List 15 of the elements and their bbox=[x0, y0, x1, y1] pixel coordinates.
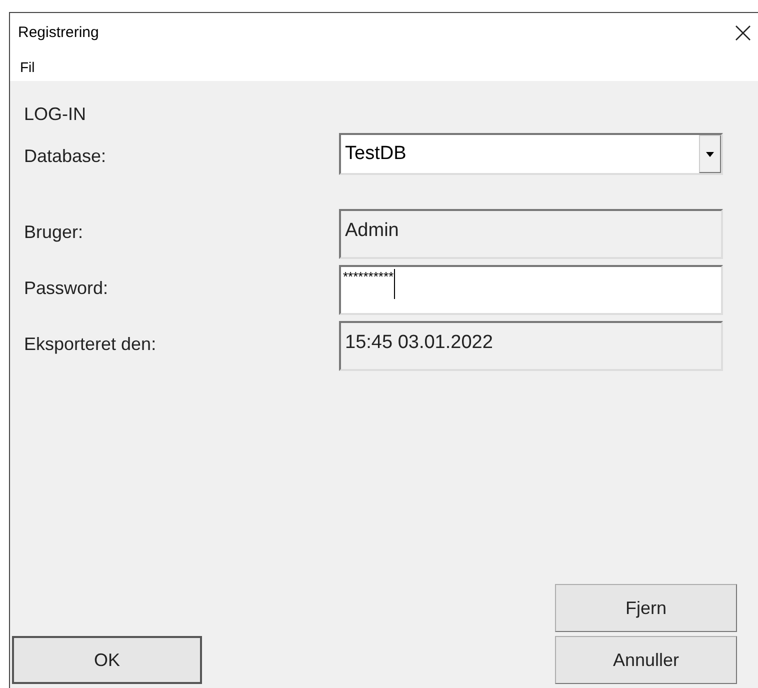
field-label: Bruger: bbox=[23, 221, 84, 244]
field-label: Password: bbox=[23, 277, 110, 300]
password-field[interactable]: ********** bbox=[339, 265, 723, 315]
field-label: Eksporteret den: bbox=[23, 333, 158, 356]
caret-icon bbox=[706, 152, 714, 156]
window-title: Registrering bbox=[18, 22, 99, 43]
remove-button[interactable]: Fjern bbox=[555, 584, 737, 632]
section-heading: LOG-IN bbox=[23, 103, 88, 126]
database-dropdown[interactable]: TestDB bbox=[339, 133, 723, 175]
close-icon bbox=[735, 25, 751, 41]
field-label: Database: bbox=[23, 145, 108, 168]
dropdown-arrow-button[interactable] bbox=[699, 135, 721, 173]
ok-button[interactable]: OK bbox=[12, 636, 202, 684]
cancel-button[interactable]: Annuller bbox=[555, 636, 737, 684]
menu-item[interactable]: Fil bbox=[20, 56, 35, 78]
